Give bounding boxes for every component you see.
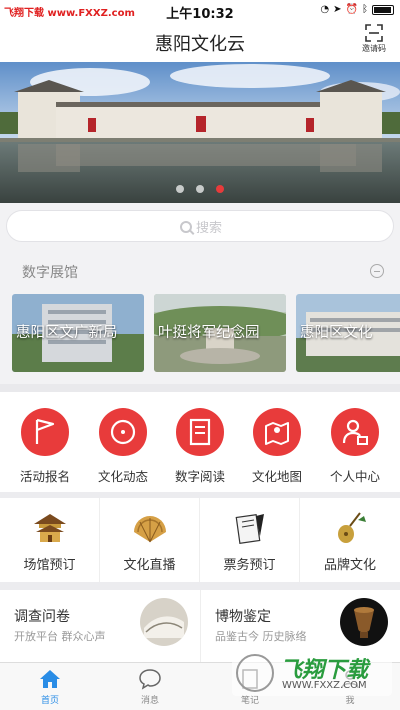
- lock-rotation-icon: ◔: [320, 4, 330, 15]
- hall-card-label: 惠阳区文广新局: [16, 325, 118, 341]
- alarm-icon: ⏰: [345, 4, 358, 15]
- venue-booking-button[interactable]: 场馆预订: [0, 498, 100, 582]
- promo-title: 博物鉴定: [215, 609, 271, 625]
- personal-center-button[interactable]: 个人中心: [320, 406, 390, 485]
- service-menu: 场馆预订 文化直播 票务预订 品牌文化: [0, 498, 400, 582]
- fan-icon: [130, 510, 170, 546]
- ticket-icon: [230, 510, 270, 546]
- carousel-dot-active[interactable]: [216, 185, 224, 193]
- survey-image: [140, 598, 188, 646]
- function-label: 文化地图: [251, 469, 302, 484]
- map-icon: [251, 406, 303, 458]
- app-title: 惠阳文化云: [155, 34, 245, 55]
- status-icons: ◔ ➤ ⏰ ᛒ: [320, 4, 394, 15]
- search-icon: [179, 221, 192, 233]
- tab-label: 首页: [40, 696, 59, 706]
- app-header: 惠阳文化云 邀请码: [0, 22, 400, 62]
- invite-code-label: 邀请码: [362, 44, 386, 53]
- search-placeholder-wrap: 搜索: [7, 217, 395, 236]
- function-label: 数字阅读: [174, 469, 225, 484]
- bluetooth-icon: ᛒ: [362, 4, 368, 15]
- banner-image: [0, 62, 400, 203]
- culture-news-button[interactable]: 文化动态: [88, 406, 158, 485]
- function-label: 个人中心: [329, 469, 380, 484]
- service-label: 品牌文化: [323, 558, 376, 573]
- hall-card-wenhua[interactable]: 惠阳区文化: [296, 294, 400, 372]
- watermark: 飞翔下载 WWW.FXXZ.COM: [232, 650, 392, 696]
- watermark-url: WWW.FXXZ.COM: [282, 680, 367, 691]
- promo-subtitle: 开放平台 群众心声: [14, 630, 106, 643]
- banner-carousel[interactable]: [0, 62, 400, 203]
- hall-card-label: 惠阳区文化: [300, 325, 373, 341]
- scan-icon: [365, 24, 383, 42]
- carousel-dot[interactable]: [196, 185, 204, 193]
- function-label: 活动报名: [19, 469, 70, 484]
- lute-icon: [330, 510, 370, 546]
- book-icon: [174, 406, 226, 458]
- culture-map-button[interactable]: 文化地图: [242, 406, 312, 485]
- search-placeholder: 搜索: [195, 221, 222, 236]
- status-bar: 飞翔下载 www.FXXZ.com 上午10:32 ◔ ➤ ⏰ ᛒ: [0, 0, 400, 22]
- digital-hall-header: 数字展馆: [0, 250, 400, 288]
- news-icon: [97, 406, 149, 458]
- digital-reading-button[interactable]: 数字阅读: [165, 406, 235, 485]
- tab-home[interactable]: 首页: [10, 667, 90, 706]
- function-label: 文化动态: [97, 469, 148, 484]
- brand-culture-button[interactable]: 品牌文化: [300, 498, 400, 582]
- hall-card-yeting[interactable]: 叶挺将军纪念园: [154, 294, 286, 372]
- digital-hall-list: 惠阳区文广新局 叶挺将军纪念园 惠阳区文化: [12, 294, 400, 372]
- flag-icon: [19, 406, 71, 458]
- culture-live-button[interactable]: 文化直播: [100, 498, 200, 582]
- chat-bubble-icon: [138, 667, 162, 691]
- invite-code-button[interactable]: 邀请码: [358, 24, 390, 54]
- promo-title: 调查问卷: [14, 609, 70, 625]
- tab-label: 消息: [140, 696, 159, 706]
- tab-messages[interactable]: 消息: [110, 667, 190, 706]
- service-label: 文化直播: [123, 558, 176, 573]
- carousel-indicators: [0, 185, 400, 193]
- watermark-logo-icon: [236, 654, 274, 692]
- museum-image: [340, 598, 388, 646]
- hall-card-wenguang[interactable]: 惠阳区文广新局: [12, 294, 144, 372]
- service-label: 票务预订: [223, 558, 276, 573]
- function-menu: 活动报名 文化动态 数字阅读 文化地图 个人中心: [0, 392, 400, 492]
- collapse-icon[interactable]: [370, 264, 384, 278]
- search-bar[interactable]: 搜索: [6, 210, 394, 242]
- promo-subtitle: 品鉴古今 历史脉络: [215, 630, 307, 643]
- ticket-booking-button[interactable]: 票务预订: [200, 498, 300, 582]
- carousel-dot[interactable]: [176, 185, 184, 193]
- home-icon: [38, 667, 62, 691]
- user-icon: [329, 406, 381, 458]
- divider: [0, 384, 400, 392]
- divider: [0, 582, 400, 590]
- hall-card-label: 叶挺将军纪念园: [158, 325, 260, 341]
- service-label: 场馆预订: [23, 558, 76, 573]
- pavilion-icon: [30, 510, 70, 546]
- battery-icon: [372, 4, 394, 15]
- location-icon: ➤: [333, 4, 342, 15]
- activity-signup-button[interactable]: 活动报名: [10, 406, 80, 485]
- survey-card[interactable]: 调查问卷 开放平台 群众心声: [0, 590, 200, 662]
- digital-hall-title: 数字展馆: [22, 265, 78, 281]
